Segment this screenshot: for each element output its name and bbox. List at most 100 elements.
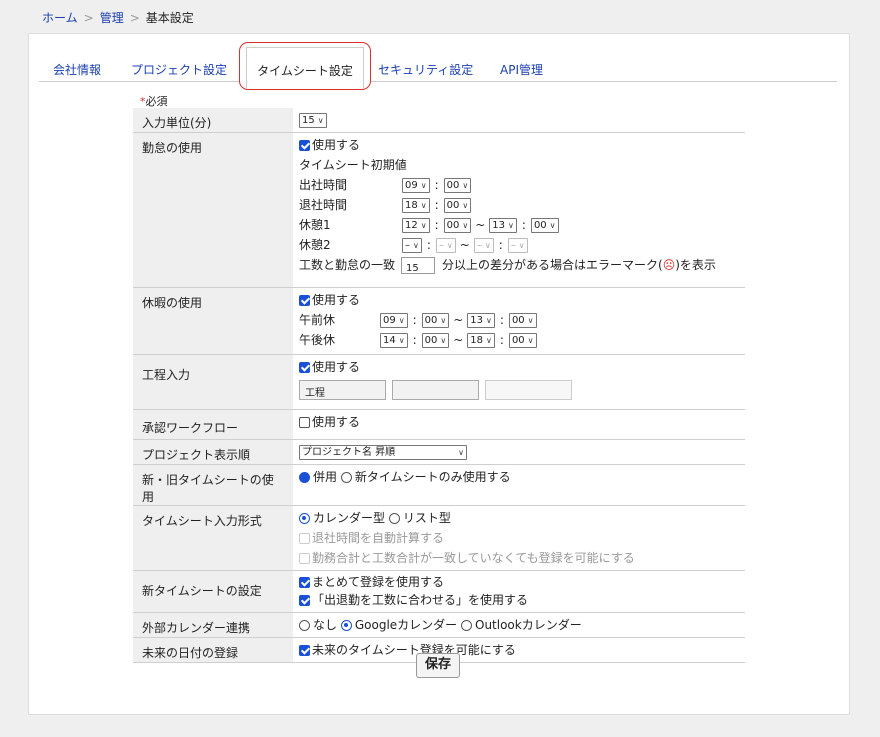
process-field-2[interactable] bbox=[392, 380, 479, 400]
row-attendance: 勤怠の使用 使用する タイムシート初期値 出社時間 09 ∨:00 ∨ 退社時間 18 ∨… bbox=[133, 132, 745, 288]
calendar-radio-outlook[interactable] bbox=[461, 619, 472, 631]
row-process: 工程入力 使用する 工程 bbox=[133, 354, 745, 410]
pm-to-hour-select[interactable]: 18 ∨ bbox=[467, 332, 495, 348]
save-button[interactable]: 保存 bbox=[416, 653, 460, 678]
break1-from-hour-select[interactable]: 12 ∨ bbox=[402, 217, 430, 233]
select-value: 00 bbox=[424, 334, 438, 346]
chevron-down-icon: ∨ bbox=[398, 315, 405, 325]
radio-label: 併用 bbox=[313, 469, 338, 484]
select-value: – bbox=[405, 239, 410, 251]
approval-use-checkbox[interactable] bbox=[299, 416, 310, 428]
leave-use-checkbox[interactable] bbox=[299, 294, 310, 306]
breadcrumb-admin[interactable]: 管理 bbox=[100, 11, 124, 25]
row-label: タイムシート入力形式 bbox=[133, 505, 293, 571]
row-approval: 承認ワークフロー 使用する bbox=[133, 409, 745, 440]
process-field-3[interactable] bbox=[485, 380, 572, 400]
process-use-checkbox[interactable] bbox=[299, 361, 310, 373]
break2-to-hour-select[interactable]: – ∨ bbox=[473, 237, 494, 253]
select-value: 00 bbox=[511, 314, 525, 326]
clock-in-minute-select[interactable]: 00 ∨ bbox=[443, 177, 472, 193]
defaults-heading: タイムシート初期値 bbox=[299, 157, 407, 172]
select-value: 00 bbox=[446, 219, 460, 231]
row-leave: 休暇の使用 使用する 午前休 09 ∨:00 ∨ ~13 ∨:00 ∨ 午後休 14 ∨:00 ∨… bbox=[133, 287, 745, 355]
allow-mismatch-checkbox[interactable] bbox=[299, 552, 310, 564]
pm-to-minute-select[interactable]: 00 ∨ bbox=[508, 332, 537, 348]
clock-out-hour-select[interactable]: 18 ∨ bbox=[402, 197, 430, 213]
tab-api[interactable]: API管理 bbox=[500, 61, 543, 78]
chevron-down-icon: ∨ bbox=[413, 240, 419, 250]
checkbox-label: 使用する bbox=[312, 292, 361, 307]
row-new-settings: 新タイムシートの設定 まとめて登録を使用する 「出退勤を工数に合わせる」を使用す… bbox=[133, 570, 745, 613]
breadcrumb-current: 基本設定 bbox=[145, 11, 194, 25]
tab-project[interactable]: プロジェクト設定 bbox=[131, 61, 227, 78]
row-label: 新タイムシートの設定 bbox=[133, 570, 293, 613]
pm-from-hour-select[interactable]: 14 ∨ bbox=[380, 332, 408, 348]
am-to-hour-select[interactable]: 13 ∨ bbox=[467, 312, 495, 328]
row-old-new: 新・旧タイムシートの使用 併用 新タイムシートのみ使用する bbox=[133, 464, 745, 506]
format-radio-calendar[interactable] bbox=[299, 512, 310, 524]
chevron-down-icon: ∨ bbox=[486, 315, 492, 325]
select-value: 00 bbox=[533, 219, 547, 231]
clock-in-hour-select[interactable]: 09 ∨ bbox=[402, 177, 430, 193]
select-value: 18 bbox=[405, 199, 418, 211]
old-new-radio-new-only[interactable] bbox=[340, 471, 352, 483]
row-value: なし Googleカレンダー Outlookカレンダー bbox=[293, 612, 745, 638]
select-value: 00 bbox=[446, 179, 460, 191]
clock-in-label: 出社時間 bbox=[299, 177, 348, 192]
break2-from-minute-select[interactable]: – ∨ bbox=[435, 237, 456, 253]
break1-to-minute-select[interactable]: 00 ∨ bbox=[530, 217, 559, 233]
chevron-down-icon: ∨ bbox=[446, 240, 453, 250]
calendar-radio-google[interactable] bbox=[340, 619, 352, 631]
row-value: 使用する bbox=[293, 409, 745, 440]
calendar-radio-none[interactable] bbox=[299, 619, 310, 631]
row-label: 外部カレンダー連携 bbox=[133, 612, 293, 638]
am-from-hour-select[interactable]: 09 ∨ bbox=[380, 312, 408, 328]
tab-security[interactable]: セキュリティ設定 bbox=[378, 61, 473, 78]
bulk-register-checkbox[interactable] bbox=[299, 576, 310, 588]
attendance-use-checkbox[interactable] bbox=[299, 139, 310, 151]
select-value: 14 bbox=[383, 334, 396, 346]
old-new-radio-both[interactable] bbox=[299, 471, 310, 483]
match-prefix: 工数と勤怠の一致 bbox=[299, 257, 396, 272]
select-value: – bbox=[510, 239, 516, 251]
am-from-minute-select[interactable]: 00 ∨ bbox=[421, 312, 450, 328]
future-register-checkbox[interactable] bbox=[299, 644, 310, 656]
chevron-down-icon: ∨ bbox=[462, 200, 469, 210]
break1-from-minute-select[interactable]: 00 ∨ bbox=[443, 217, 472, 233]
am-to-minute-select[interactable]: 00 ∨ bbox=[508, 312, 537, 328]
process-field-1[interactable]: 工程 bbox=[299, 380, 386, 400]
radio-label: 新タイムシートのみ使用する bbox=[354, 469, 511, 484]
checkbox-label: 使用する bbox=[312, 359, 361, 374]
input-unit-select[interactable]: 15 ∨ bbox=[299, 112, 327, 128]
break2-to-minute-select[interactable]: – ∨ bbox=[507, 237, 528, 253]
tab-company[interactable]: 会社情報 bbox=[53, 61, 101, 78]
format-radio-list[interactable] bbox=[388, 512, 400, 524]
pm-from-minute-select[interactable]: 00 ∨ bbox=[421, 332, 450, 348]
chevron-down-icon: ∨ bbox=[527, 335, 534, 345]
pm-leave-label: 午後休 bbox=[299, 332, 336, 347]
match-work-checkbox[interactable] bbox=[299, 594, 310, 606]
break2-from-hour-select[interactable]: – ∨ bbox=[402, 237, 422, 253]
settings-card: 会社情報 プロジェクト設定 タイムシート設定 セキュリティ設定 API管理 *必… bbox=[28, 33, 850, 715]
tab-timesheet-label: タイムシート設定 bbox=[257, 64, 353, 78]
clock-out-minute-select[interactable]: 00 ∨ bbox=[443, 197, 472, 213]
select-value: 09 bbox=[383, 314, 396, 326]
select-value: 09 bbox=[405, 179, 418, 191]
chevron-down-icon: ∨ bbox=[420, 180, 427, 190]
project-order-select[interactable]: プロジェクト名 昇順 ∨ bbox=[299, 444, 467, 460]
row-value: 未来のタイムシート登録を可能にする bbox=[293, 637, 745, 663]
break1-to-hour-select[interactable]: 13 ∨ bbox=[489, 217, 517, 233]
breadcrumb-home[interactable]: ホーム bbox=[42, 11, 78, 25]
row-value: 併用 新タイムシートのみ使用する bbox=[293, 464, 745, 506]
auto-calc-checkbox[interactable] bbox=[299, 532, 310, 544]
breadcrumb-separator: > bbox=[129, 11, 140, 25]
chevron-down-icon: ∨ bbox=[440, 335, 447, 345]
chevron-down-icon: ∨ bbox=[549, 220, 556, 230]
break1-label: 休憩1 bbox=[299, 217, 331, 232]
checkbox-label: 退社時間を自動計算する bbox=[312, 530, 445, 545]
select-value: 00 bbox=[511, 334, 525, 346]
tab-timesheet[interactable]: タイムシート設定 bbox=[239, 42, 371, 90]
chevron-down-icon: ∨ bbox=[420, 220, 427, 230]
match-minutes-input[interactable]: 15 bbox=[401, 256, 436, 274]
chevron-down-icon: ∨ bbox=[508, 220, 514, 230]
